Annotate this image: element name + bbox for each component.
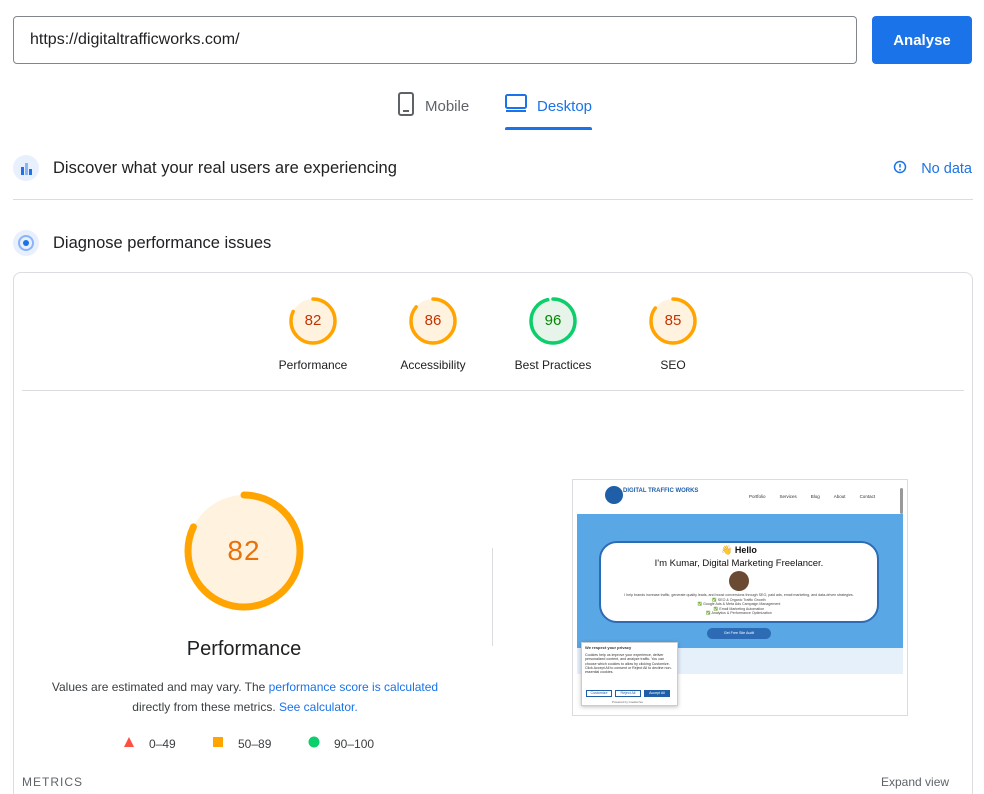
site-nav-item: Contact: [859, 494, 876, 499]
site-nav-links: Portfolio Services Blog About Contact: [749, 494, 875, 499]
avatar: [729, 571, 749, 591]
site-nav-item: Blog: [810, 494, 820, 499]
site-logo: DIGITAL TRAFFIC WORKS: [623, 488, 699, 494]
site-body-text: I help brands increase traffic, generate…: [624, 593, 854, 597]
performance-score: 82: [227, 535, 261, 566]
divider: [13, 199, 973, 200]
site-bullet: ✅ Analytics & Performance Optimization: [706, 611, 772, 616]
no-data-link[interactable]: No data: [893, 160, 972, 178]
diagnose-icon: [13, 230, 39, 256]
site-hero-card: 👋 Hello I'm Kumar, Digital Marketing Fre…: [599, 541, 879, 639]
url-input[interactable]: [13, 16, 857, 64]
cookie-customize-button: Customize: [586, 690, 612, 697]
field-data-header: Discover what your real users are experi…: [13, 155, 397, 181]
gauge-ring: 96: [528, 296, 578, 346]
scrollbar: [900, 488, 903, 514]
legend-fail: 0–49: [123, 736, 176, 751]
no-data-label: No data: [921, 161, 972, 177]
field-data-title: Discover what your real users are experi…: [53, 158, 397, 177]
gauge-label: SEO: [660, 358, 686, 372]
tab-desktop[interactable]: Desktop: [505, 92, 593, 130]
site-hello: 👋 Hello: [721, 545, 757, 555]
cookie-footer: Powered by CookieYes: [612, 700, 643, 704]
lab-data-title: Diagnose performance issues: [53, 233, 272, 252]
gauge-score: 96: [544, 312, 562, 329]
tab-mobile-label: Mobile: [425, 98, 470, 115]
site-cta-label: Get Free Site Audit: [723, 631, 755, 635]
gauge-label: Performance: [278, 358, 348, 372]
site-nav-item: Services: [779, 494, 797, 499]
gauge-seo[interactable]: 85 SEO: [623, 296, 723, 372]
cookie-title: We respect your privacy: [585, 645, 632, 650]
legend-average: 50–89: [212, 736, 271, 751]
circle-icon: [308, 736, 320, 751]
gauge-ring: 86: [408, 296, 458, 346]
gauge-ring: 82: [288, 296, 338, 346]
info-icon: [893, 160, 907, 178]
performance-gauge: 82: [184, 491, 304, 611]
legend-range: 50–89: [238, 736, 272, 751]
gauge-performance[interactable]: 82 Performance: [263, 296, 363, 372]
legend-pass: 90–100: [308, 736, 374, 751]
gauge-score: 86: [424, 312, 442, 329]
cookie-reject-button: Reject All: [615, 690, 641, 697]
phone-icon: [397, 92, 415, 120]
tab-mobile[interactable]: Mobile: [397, 92, 469, 130]
divider: [22, 390, 964, 391]
see-calculator-link[interactable]: See calculator.: [279, 700, 358, 714]
legend-range: 0–49: [149, 736, 176, 751]
performance-note: Values are estimated and may vary. The p…: [40, 677, 450, 717]
note-text: directly from these metrics.: [132, 700, 279, 714]
cookie-banner: We respect your privacy Cookies help us …: [581, 642, 678, 706]
cookie-accept-button: Accept All: [644, 690, 670, 697]
square-icon: [212, 736, 224, 751]
site-body: I help brands increase traffic, generate…: [605, 593, 873, 616]
lab-data-header: Diagnose performance issues: [13, 230, 271, 256]
gauge-best-practices[interactable]: 96 Best Practices: [503, 296, 603, 372]
site-headline: I'm Kumar, Digital Marketing Freelancer.: [654, 558, 824, 569]
performance-title: Performance: [186, 638, 302, 660]
note-text: Values are estimated and may vary. The: [51, 680, 269, 694]
gauge-label: Best Practices: [514, 358, 592, 372]
cookie-buttons: Customize Reject All Accept All: [586, 690, 670, 697]
legend-range: 90–100: [334, 736, 375, 751]
score-calculated-link[interactable]: performance score is calculated: [269, 680, 438, 694]
site-nav: DIGITAL TRAFFIC WORKS Portfolio Services…: [573, 480, 907, 514]
site-logo-icon: [605, 486, 623, 504]
site-nav-item: About: [833, 494, 846, 499]
analyse-button[interactable]: Analyse: [872, 16, 972, 64]
monitor-icon: [505, 92, 527, 118]
final-screenshot: DIGITAL TRAFFIC WORKS Portfolio Services…: [572, 479, 908, 716]
site-nav-item: Portfolio: [749, 494, 766, 499]
gauge-score: 82: [304, 312, 322, 329]
site-cta: Get Free Site Audit: [707, 628, 771, 639]
gauge-label: Accessibility: [400, 358, 466, 372]
cookie-body: Cookies help us improve your experience,…: [585, 653, 672, 675]
gauge-ring: 85: [648, 296, 698, 346]
vertical-separator: [492, 548, 493, 646]
metrics-heading: METRICS: [22, 775, 83, 789]
gauge-accessibility[interactable]: 86 Accessibility: [383, 296, 483, 372]
expand-view-button[interactable]: Expand view: [881, 775, 949, 789]
tab-desktop-label: Desktop: [537, 98, 593, 115]
gauge-score: 85: [664, 312, 682, 329]
users-icon: [13, 155, 39, 181]
triangle-icon: [123, 736, 135, 751]
